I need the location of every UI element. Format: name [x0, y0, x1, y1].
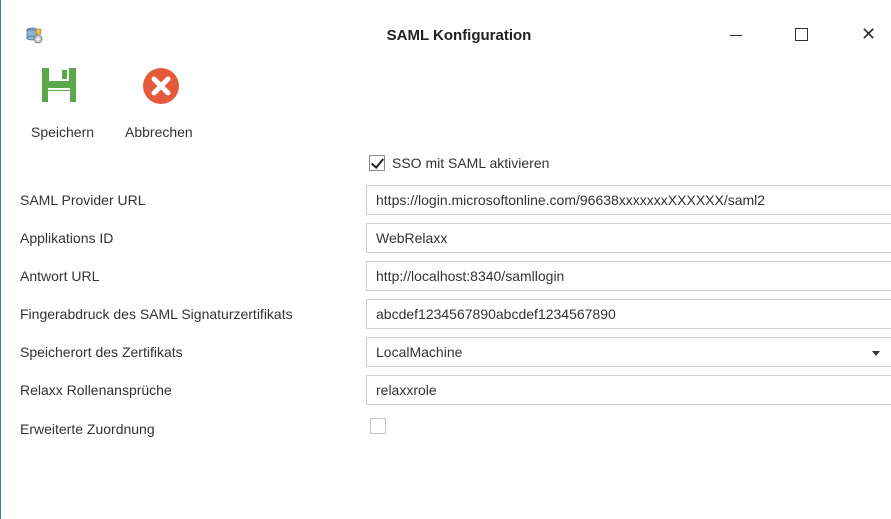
- save-button[interactable]: Speichern: [28, 66, 110, 144]
- save-label: Speichern: [31, 124, 95, 140]
- chevron-down-icon: [872, 351, 880, 356]
- app-id-input[interactable]: WebRelaxx: [366, 223, 891, 253]
- provider-url-input[interactable]: https://login.microsoftonline.com/96638x…: [366, 185, 891, 215]
- role-claims-label: Relaxx Rollenansprüche: [20, 382, 172, 398]
- thumbprint-label: Fingerabdruck des SAML Signaturzertifika…: [20, 306, 293, 322]
- sso-checkbox-row[interactable]: SSO mit SAML aktivieren: [369, 152, 549, 174]
- cert-store-label: Speicherort des Zertifikats: [20, 344, 183, 360]
- close-icon: ✕: [861, 24, 877, 44]
- sso-checkbox[interactable]: [369, 155, 385, 171]
- advanced-mapping-label: Erweiterte Zuordnung: [20, 421, 155, 437]
- cancel-circle-icon: [141, 66, 181, 109]
- saml-config-window: SAML Konfiguration ✕ Speichern Abbrechen…: [0, 0, 891, 519]
- toolbar: Speichern Abbrechen: [1, 62, 891, 142]
- cert-store-value: LocalMachine: [376, 344, 463, 360]
- cancel-label: Abbrechen: [125, 124, 193, 140]
- reply-url-label: Antwort URL: [20, 268, 100, 284]
- window-title: SAML Konfiguration: [386, 27, 532, 44]
- minimize-button[interactable]: [721, 22, 751, 48]
- cancel-button[interactable]: Abbrechen: [123, 66, 215, 144]
- reply-url-input[interactable]: http://localhost:8340/samllogin: [366, 261, 891, 291]
- advanced-mapping-checkbox[interactable]: [370, 418, 386, 434]
- provider-url-label: SAML Provider URL: [20, 192, 146, 208]
- thumbprint-input[interactable]: abcdef1234567890abcdef1234567890: [366, 299, 891, 329]
- app-id-label: Applikations ID: [20, 230, 114, 246]
- floppy-disk-icon: [40, 66, 78, 107]
- cert-store-select[interactable]: LocalMachine: [366, 337, 891, 367]
- sso-checkbox-label: SSO mit SAML aktivieren: [392, 155, 550, 171]
- maximize-button[interactable]: [786, 22, 816, 48]
- title-bar: SAML Konfiguration ✕: [1, 0, 891, 62]
- close-button[interactable]: ✕: [853, 22, 883, 48]
- role-claims-input[interactable]: relaxxrole: [366, 375, 891, 405]
